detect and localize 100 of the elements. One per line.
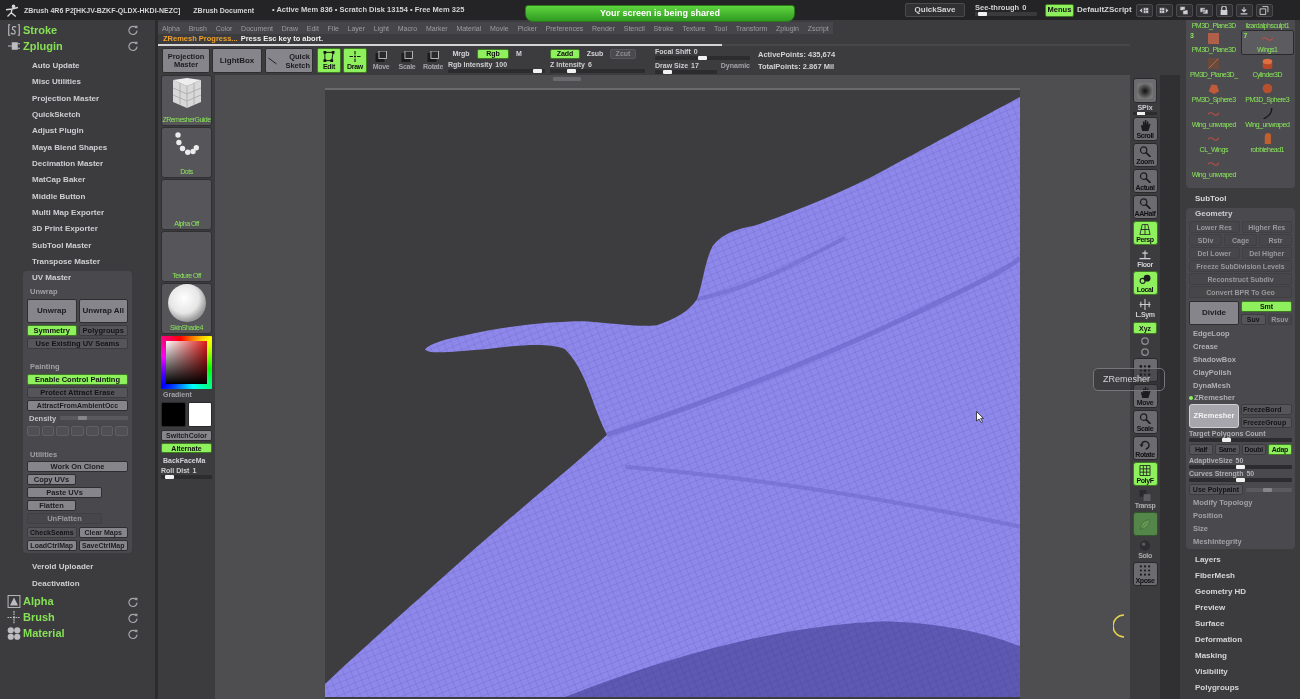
arrow-grid-icon (1139, 5, 1150, 15)
plugin-item[interactable]: Maya Blend Shapes (0, 139, 155, 156)
palette-item[interactable]: Geometry HD (1186, 584, 1295, 600)
circle-icon (1141, 337, 1149, 345)
layout-next-button[interactable] (1155, 3, 1173, 17)
slider-thumb[interactable] (567, 68, 577, 73)
palette-header[interactable]: Stroke (23, 24, 58, 36)
plugin-item[interactable]: 3D Print Exporter (0, 221, 155, 238)
slider-thumb[interactable] (1221, 438, 1231, 442)
slashed-square-icon (1208, 58, 1220, 69)
slider-track[interactable] (655, 69, 717, 74)
sphere-icon (1139, 540, 1151, 551)
palette-item[interactable]: Surface (1186, 616, 1295, 632)
plugin-item[interactable]: SubTool Master (0, 237, 155, 254)
slider-track[interactable] (448, 68, 545, 73)
square-icon (1208, 33, 1220, 44)
plugin-item[interactable]: Decimation Master (0, 155, 155, 173)
plugin-item[interactable]: Adjust Plugin (0, 123, 155, 140)
slider-track[interactable] (1189, 465, 1292, 469)
window-button[interactable] (1195, 3, 1213, 17)
plugin-item[interactable]: Deactivation (0, 575, 155, 592)
slider-thumb[interactable] (165, 475, 175, 479)
cube-icon (170, 78, 203, 110)
slider-track[interactable] (1189, 438, 1292, 442)
palette-item[interactable]: Masking (1186, 648, 1295, 664)
slider-thumb[interactable] (1236, 465, 1245, 469)
tooltip: ZRemesher (1093, 368, 1165, 391)
hand-icon (1139, 386, 1151, 398)
plugin-item[interactable]: Projection Master (0, 90, 155, 107)
plugin-item[interactable]: Verold Uploader (0, 559, 155, 576)
slider-thumb[interactable] (1262, 487, 1272, 492)
palette-header[interactable]: Brush (23, 612, 55, 624)
plugin-item[interactable]: Middle Button (0, 188, 155, 205)
slider-thumb[interactable] (698, 55, 707, 60)
dots-frame-icon (1139, 364, 1151, 376)
color-swatch[interactable] (161, 402, 186, 427)
palette-item[interactable]: Visibility (1186, 664, 1295, 680)
slider-track[interactable] (1189, 478, 1292, 482)
palette-item[interactable]: Layers (1186, 552, 1295, 568)
windows-icon (1199, 5, 1210, 15)
slider-thumb[interactable] (662, 69, 672, 74)
symmetry-icon (1139, 299, 1151, 310)
crosshair-icon (7, 611, 21, 625)
palette-item[interactable]: Deformation (1186, 632, 1295, 648)
palette-header[interactable]: Material (23, 628, 65, 640)
slider-thumb[interactable] (533, 68, 543, 73)
gradient-square-icon (1137, 82, 1153, 99)
palette-header[interactable]: Zplugin (23, 40, 63, 52)
layout-back-button[interactable] (1135, 3, 1153, 17)
squares-icon (401, 51, 413, 62)
slider-thumb[interactable] (977, 12, 987, 17)
script-name: DefaultZScript (1077, 6, 1132, 14)
palette-header[interactable]: SubTool (1186, 192, 1295, 206)
refresh-icon[interactable] (128, 612, 138, 623)
unwrap-button[interactable]: Unwrap (27, 299, 77, 324)
refresh-icon[interactable] (128, 628, 138, 639)
slider-thumb[interactable] (1236, 478, 1245, 482)
plugin-item[interactable]: QuickSketch (0, 107, 155, 124)
plugin-item[interactable]: Multi Map Exporter (0, 204, 155, 222)
slider-track[interactable] (975, 12, 1037, 17)
lightbox-button[interactable]: LightBox (212, 48, 262, 73)
plugin-item[interactable]: Misc Utilities (0, 74, 155, 91)
unwrap-button[interactable]: Unwrap All (78, 299, 128, 324)
plugin-item[interactable]: Auto Update (0, 58, 155, 75)
hand-icon (1139, 119, 1151, 131)
plugin-item[interactable]: Transpose Master (0, 253, 155, 271)
slider-track[interactable] (1246, 487, 1292, 492)
plug-icon (7, 40, 21, 52)
square-handles-icon (323, 51, 335, 62)
lock-button[interactable] (1215, 3, 1233, 17)
tray-button[interactable] (1235, 3, 1253, 17)
subpalette-header[interactable]: Geometry (1189, 208, 1292, 220)
color-picker[interactable] (161, 336, 212, 389)
crosshair-icon (349, 51, 361, 62)
slider-track[interactable] (550, 68, 645, 73)
magnifier-icon (1139, 412, 1151, 424)
refresh-icon[interactable] (128, 596, 138, 607)
window-button[interactable] (1175, 3, 1193, 17)
plugin-item[interactable]: MatCap Baker (0, 172, 155, 189)
grid-arrow-icon (1159, 5, 1170, 15)
slider-thumb[interactable] (1137, 112, 1145, 115)
restore-button[interactable] (1255, 3, 1273, 17)
palette-item[interactable]: FiberMesh (1186, 568, 1295, 584)
magnifier-icon (1139, 171, 1151, 183)
palette-item[interactable]: Preview (1186, 600, 1295, 616)
pentagon-icon (1208, 83, 1220, 94)
color-swatch[interactable] (187, 402, 212, 427)
palette-item[interactable]: Polygroups (1186, 680, 1295, 696)
slider-track[interactable] (655, 55, 750, 60)
palette-header[interactable]: Alpha (23, 596, 54, 608)
lock-icon (1219, 5, 1230, 15)
divide-button[interactable]: Divide (1189, 301, 1239, 325)
cursor-icon (976, 411, 984, 423)
spix-button[interactable] (1133, 78, 1157, 103)
plugin-item[interactable]: UV Master (27, 271, 128, 286)
quicksave-button[interactable]: QuickSave (905, 3, 965, 17)
triangle-square-icon (7, 595, 21, 609)
slider-track[interactable] (1133, 112, 1157, 115)
floor-icon (1139, 249, 1151, 260)
windows-icon (1179, 5, 1190, 15)
